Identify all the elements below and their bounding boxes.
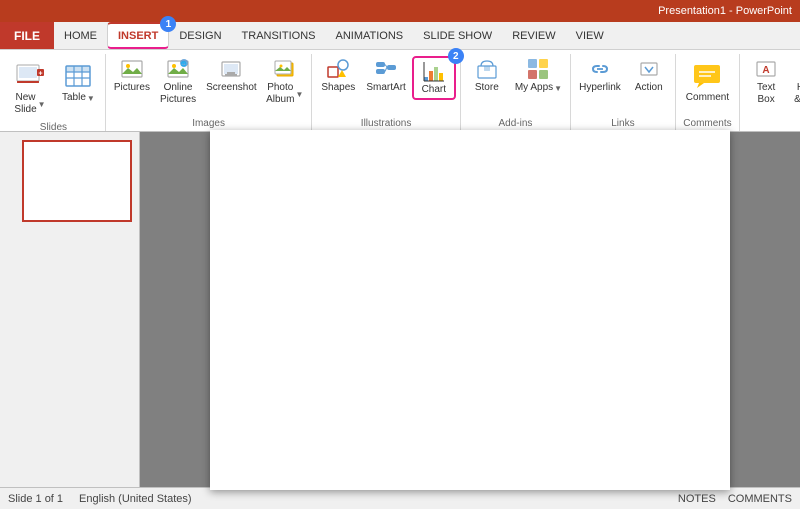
shapes-label: Shapes xyxy=(321,82,355,94)
illustrations-group-items: Shapes SmartArt xyxy=(316,54,455,116)
svg-text:A: A xyxy=(763,65,770,76)
smartart-button[interactable]: SmartArt xyxy=(362,56,409,96)
pictures-icon xyxy=(121,58,143,80)
chart-icon xyxy=(423,60,445,82)
new-slide-button[interactable]: + NewSlide ▼ xyxy=(6,56,54,120)
tab-view[interactable]: VIEW xyxy=(566,22,614,49)
ribbon-group-text: A TextBox Header& Footer xyxy=(740,54,800,131)
store-icon xyxy=(476,58,498,80)
slide-info: Slide 1 of 1 xyxy=(8,493,63,505)
table-dropdown: ▼ xyxy=(87,94,95,103)
tab-review[interactable]: REVIEW xyxy=(502,22,565,49)
hyperlink-button[interactable]: Hyperlink xyxy=(575,56,625,96)
canvas-area xyxy=(140,132,800,487)
tab-slideshow[interactable]: SLIDE SHOW xyxy=(413,22,502,49)
new-slide-icon: + xyxy=(14,60,46,92)
comments-button[interactable]: COMMENTS xyxy=(728,493,792,505)
comment-label: Comment xyxy=(686,92,729,104)
slide-thumb-box xyxy=(22,140,132,222)
hyperlink-icon xyxy=(589,58,611,80)
screenshot-button[interactable]: Screenshot xyxy=(202,56,260,96)
my-apps-label: My Apps xyxy=(515,82,553,94)
shapes-button[interactable]: Shapes xyxy=(316,56,360,96)
comments-group-items: Comment xyxy=(680,54,735,116)
store-button[interactable]: Store xyxy=(465,56,509,96)
images-group-items: Pictures 🌐 OnlinePictures xyxy=(110,54,308,116)
header-footer-button[interactable]: Header& Footer xyxy=(790,56,800,108)
my-apps-button[interactable]: My Apps ▼ xyxy=(511,56,566,96)
table-icon xyxy=(62,60,94,92)
comment-icon xyxy=(691,60,723,92)
ribbon-tabs-row: FILE HOME INSERT 1 DESIGN TRANSITIONS AN… xyxy=(0,22,800,50)
ribbon-group-comments: Comment Comments xyxy=(676,54,740,131)
screenshot-label: Screenshot xyxy=(206,82,256,94)
hyperlink-label: Hyperlink xyxy=(579,82,621,94)
table-button[interactable]: Table ▼ xyxy=(56,56,101,108)
online-pictures-button[interactable]: 🌐 OnlinePictures xyxy=(156,56,200,108)
action-label: Action xyxy=(635,82,663,94)
chart-button-wrapper: Chart 2 xyxy=(412,56,456,100)
tab-animations[interactable]: ANIMATIONS xyxy=(325,22,413,49)
new-slide-label: NewSlide xyxy=(14,92,36,116)
my-apps-icon xyxy=(527,58,549,80)
slide-thumbnail-1[interactable]: 1 xyxy=(6,140,133,222)
slides-panel: 1 xyxy=(0,132,140,487)
table-label: Table xyxy=(62,92,86,104)
svg-text:🌐: 🌐 xyxy=(181,61,187,68)
title-text: Presentation1 - PowerPoint xyxy=(658,5,792,17)
smartart-icon xyxy=(375,58,397,80)
ribbon-group-addins: Store My Apps ▼ Add-ins xyxy=(461,54,571,131)
ribbon-group-links: Hyperlink Action Links xyxy=(571,54,676,131)
store-label: Store xyxy=(475,82,499,94)
tab-transitions[interactable]: TRANSITIONS xyxy=(232,22,326,49)
smartart-label: SmartArt xyxy=(366,82,405,94)
chart-badge: 2 xyxy=(448,48,464,64)
ribbon-group-slides: + NewSlide ▼ xyxy=(2,54,106,131)
ribbon-group-images: Pictures 🌐 OnlinePictures xyxy=(106,54,313,131)
text-box-icon: A xyxy=(755,58,777,80)
file-tab[interactable]: FILE xyxy=(0,22,54,49)
photo-album-button[interactable]: PhotoAlbum ▼ xyxy=(262,56,307,108)
pictures-label: Pictures xyxy=(114,82,150,94)
pictures-button[interactable]: Pictures xyxy=(110,56,154,96)
slide-canvas[interactable] xyxy=(210,130,730,490)
svg-text:+: + xyxy=(38,71,42,78)
notes-button[interactable]: NOTES xyxy=(678,493,716,505)
comment-button[interactable]: Comment xyxy=(680,56,735,108)
action-icon xyxy=(638,58,660,80)
shapes-icon xyxy=(327,58,349,80)
addins-group-items: Store My Apps ▼ xyxy=(465,54,566,116)
ribbon-content: + NewSlide ▼ xyxy=(0,50,800,132)
links-group-items: Hyperlink Action xyxy=(575,54,671,116)
language: English (United States) xyxy=(79,493,192,505)
tab-home[interactable]: HOME xyxy=(54,22,107,49)
main-area: 1 xyxy=(0,132,800,487)
slides-group-items: + NewSlide ▼ xyxy=(6,54,101,120)
chart-label: Chart xyxy=(422,84,446,96)
action-button[interactable]: Action xyxy=(627,56,671,96)
photo-album-label: PhotoAlbum xyxy=(266,82,294,106)
text-group-items: A TextBox Header& Footer xyxy=(744,54,800,116)
status-bar: Slide 1 of 1 English (United States) NOT… xyxy=(0,487,800,509)
new-slide-dropdown: ▼ xyxy=(38,100,46,109)
chart-button[interactable]: Chart xyxy=(412,56,456,100)
header-footer-label: Header& Footer xyxy=(794,82,800,106)
title-bar: Presentation1 - PowerPoint xyxy=(0,0,800,22)
ribbon-group-illustrations: Shapes SmartArt xyxy=(312,54,460,131)
tab-insert[interactable]: INSERT 1 xyxy=(107,22,169,49)
text-box-button[interactable]: A TextBox xyxy=(744,56,788,108)
screenshot-icon xyxy=(220,58,242,80)
photo-album-icon xyxy=(274,58,296,80)
online-pictures-icon: 🌐 xyxy=(167,58,189,80)
text-box-label: TextBox xyxy=(757,82,775,106)
tab-design[interactable]: DESIGN xyxy=(169,22,231,49)
online-pictures-label: OnlinePictures xyxy=(160,82,196,106)
